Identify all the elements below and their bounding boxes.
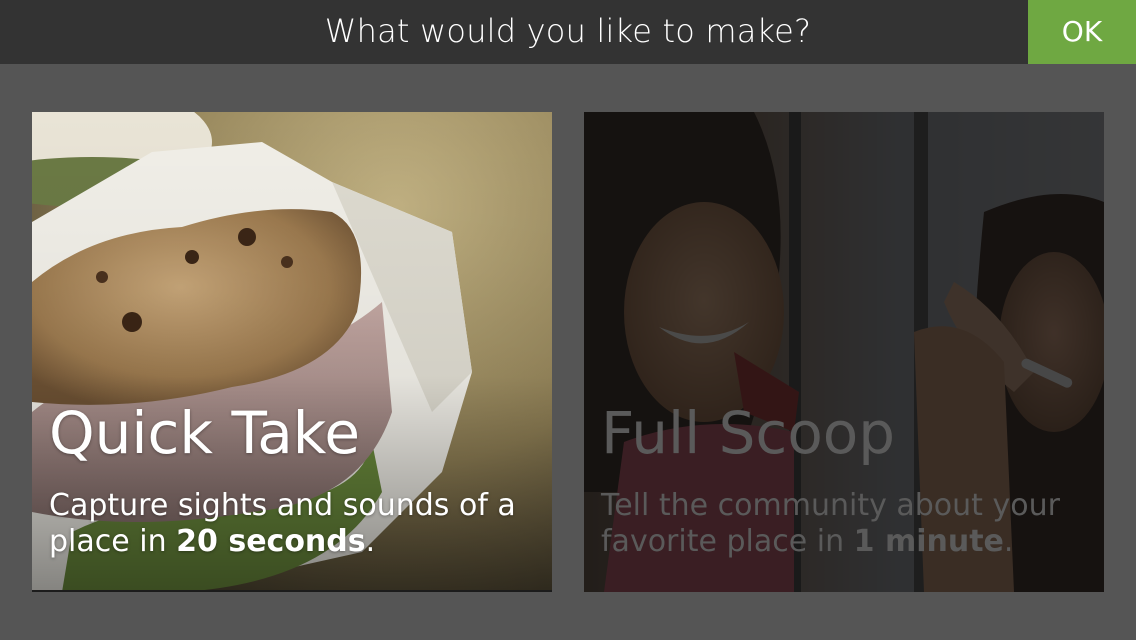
quick-take-duration: 20 seconds [176, 524, 366, 559]
card-divider [32, 590, 552, 592]
top-bar: What would you like to make? OK [0, 0, 1136, 64]
page-title: What would you like to make? [324, 12, 812, 50]
full-scoop-duration: 1 minute [853, 524, 1004, 559]
full-scoop-title: Full Scoop [601, 399, 896, 467]
full-scoop-description: Tell the community about your favorite p… [601, 488, 1060, 559]
full-scoop-option[interactable]: Full Scoop Tell the community about your… [584, 112, 1104, 592]
quick-take-title: Quick Take [49, 399, 361, 467]
ok-button[interactable]: OK [1028, 0, 1136, 64]
quick-take-option[interactable]: Quick Take Capture sights and sounds of … [32, 112, 552, 592]
quick-take-description: Capture sights and sounds of a place in … [49, 488, 516, 559]
